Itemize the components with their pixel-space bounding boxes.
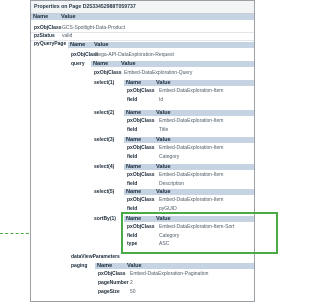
prop-name-field: field	[127, 181, 138, 187]
prop-name-select-5: select(5)	[94, 189, 115, 195]
header-name: Name	[126, 80, 142, 86]
prop-value-pxobjclass: Embed-DataExploration-Pagination	[130, 271, 209, 277]
prop-name-pxobjclass: pxObjClass	[127, 118, 155, 124]
header-name: Name	[70, 42, 86, 48]
header-value: Value	[61, 14, 76, 20]
panel-title: Properties on Page D2533452988T059737	[31, 1, 254, 14]
header-name: Name	[126, 110, 142, 116]
prop-name-pxobjclass: pxObjClass	[127, 197, 155, 203]
prop-name-select-3: select(3)	[94, 137, 115, 143]
prop-name-dataviewparameters: dataViewParameters	[71, 254, 120, 260]
prop-value-pxobjclass: Embed-DataExploration-Item	[159, 145, 224, 151]
header-row-select-3: Name Value	[124, 137, 254, 143]
prop-value-pxobjclass: Embed-DataExploration-Item	[159, 88, 224, 94]
prop-name-pxobjclass: pxObjClass	[127, 145, 155, 151]
prop-value-pxobjclass: Embed-DataExploration-Item	[159, 118, 224, 124]
prop-name-select-1: select(1)	[94, 80, 115, 86]
prop-name-field: field	[127, 127, 138, 133]
sortby-highlight-box	[121, 212, 278, 254]
prop-name-field: field	[127, 154, 138, 160]
header-row-select-4: Name Value	[124, 164, 254, 170]
header-name: Name	[93, 61, 109, 67]
prop-name-sortby: sortBy(1)	[94, 216, 116, 222]
prop-name-pxobjclass: pxObjClass	[94, 70, 122, 76]
header-value: Value	[156, 137, 171, 143]
prop-value-pxobjclass: GCS-Spotlight-Data-Product	[62, 25, 126, 31]
header-row-select-1: Name Value	[124, 80, 254, 86]
prop-value-field: Title	[159, 127, 169, 133]
header-value: Value	[156, 110, 171, 116]
header-row-level1: Name Value	[68, 42, 254, 48]
header-value: Value	[156, 189, 171, 195]
prop-value-field: Description	[159, 181, 185, 187]
header-name: Name	[97, 263, 113, 269]
prop-name-pxobjclass: pxObjClass	[98, 271, 126, 277]
header-value: Value	[156, 80, 171, 86]
header-value: Value	[121, 61, 136, 67]
prop-name-pxobjclass: pxObjClass	[127, 172, 155, 178]
prop-name-paging: paging	[71, 263, 88, 269]
header-value: Value	[156, 164, 171, 170]
prop-name-pxobjclass: pxObjClass	[34, 25, 62, 31]
prop-value-pxobjclass: Pega-API-DataExploration-Request	[95, 52, 174, 58]
prop-name-field: field	[127, 97, 138, 103]
prop-value-pzstatus: valid	[62, 33, 73, 39]
header-row-select-2: Name Value	[124, 110, 254, 116]
prop-name-pagenumber: pageNumber	[98, 280, 129, 286]
header-row-level0: Name Value	[31, 14, 254, 20]
header-row-level2: Name Value	[91, 61, 254, 67]
header-value: Value	[127, 263, 142, 269]
prop-value-pxobjclass: Embed-DataExploration-Query	[124, 70, 193, 76]
header-name: Name	[33, 14, 49, 20]
prop-value-pxobjclass: Embed-DataExploration-Item	[159, 172, 224, 178]
properties-panel: Properties on Page D2533452988T059737 Na…	[30, 0, 278, 302]
prop-value-pagenumber: 2	[130, 280, 133, 286]
prop-name-pxobjclass: pxObjClass	[127, 88, 155, 94]
prop-name-pyquerypage: pyQueryPage	[34, 41, 67, 47]
prop-name-select-2: select(2)	[94, 110, 115, 116]
prop-value-pagesize: 50	[130, 289, 136, 295]
prop-name-query: query	[71, 61, 85, 67]
prop-name-select-4: select(4)	[94, 164, 115, 170]
prop-value-field: Id	[159, 97, 164, 103]
header-row-paging: Name Value	[95, 263, 254, 269]
header-name: Name	[126, 189, 142, 195]
prop-name-pzstatus: pzStatus	[34, 33, 55, 39]
header-value: Value	[94, 42, 109, 48]
header-name: Name	[126, 164, 142, 170]
header-row-select-5: Name Value	[124, 189, 254, 195]
header-name: Name	[126, 137, 142, 143]
prop-value-pxobjclass: Embed-DataExploration-Item	[159, 197, 224, 203]
prop-name-pagesize: pageSize	[98, 289, 120, 295]
prop-value-field: Category	[159, 154, 180, 160]
